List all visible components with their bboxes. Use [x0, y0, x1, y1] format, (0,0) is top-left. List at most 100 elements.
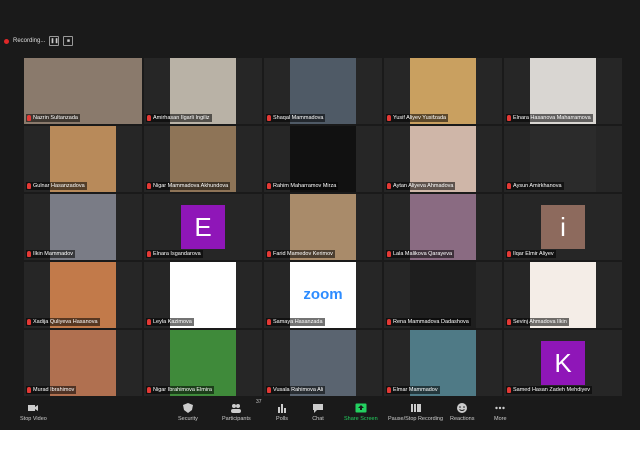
participant-name: Ilkin Mammadov: [33, 251, 74, 257]
participant-tile[interactable]: Lala Malikova Qarayeva: [384, 194, 502, 260]
participant-name-label: Samed Hasan Zadeh Mehdiyev: [506, 386, 593, 394]
participant-tile[interactable]: Nazrin Sultanzada: [24, 58, 142, 124]
participant-name-label: Sevinj Ahmadova Ilkin: [506, 318, 569, 326]
pause-stop-recording-button[interactable]: Pause/Stop Recording: [388, 402, 443, 428]
participant-name-label: Amirhasan Ilgarli Ingiliz: [146, 114, 212, 122]
muted-mic-icon: [27, 319, 31, 325]
muted-mic-icon: [387, 319, 391, 325]
participant-tile[interactable]: Sevinj Ahmadova Ilkin: [504, 262, 622, 328]
muted-mic-icon: [27, 115, 31, 121]
participant-name-label: Rena Mammadova Dadashova: [386, 318, 471, 326]
participant-name: Aysun Amirkhanova: [513, 183, 562, 189]
participant-name: Xadija Quliyeva Hasanova: [33, 319, 98, 325]
participant-name: Rahim Maharramov Mirza: [273, 183, 337, 189]
participant-tile[interactable]: Ilkin Mammadov: [24, 194, 142, 260]
participants-button[interactable]: Participants: [222, 402, 251, 428]
muted-mic-icon: [267, 319, 271, 325]
muted-mic-icon: [387, 115, 391, 121]
participant-tile[interactable]: E Elnara Isgandarova: [144, 194, 262, 260]
stop-video-button[interactable]: Stop Video: [20, 402, 47, 428]
chat-button[interactable]: Chat: [312, 402, 324, 428]
muted-mic-icon: [27, 251, 31, 257]
participant-tile[interactable]: Nigar Ibrahimova Elmira: [144, 330, 262, 396]
avatar-letter: E: [181, 205, 225, 249]
participant-name: Nazrin Sultanzada: [33, 115, 78, 121]
participant-tile[interactable]: Nigar Mammadova Akhundova: [144, 126, 262, 192]
stop-recording-icon[interactable]: ■: [63, 36, 74, 46]
more-button[interactable]: More: [494, 402, 507, 428]
participant-tile[interactable]: Murad Ibrahimov: [24, 330, 142, 396]
bar-chart-icon: [278, 404, 286, 413]
participant-name-label: Gulnar Hasanzadova: [26, 182, 87, 190]
muted-mic-icon: [147, 387, 151, 393]
chat-bubble-icon: [313, 404, 323, 413]
participant-name-label: Vusala Rahimova Ali: [266, 386, 326, 394]
participant-name: Shaqal Mammadova: [273, 115, 324, 121]
people-icon: [231, 404, 242, 413]
security-button[interactable]: Security: [178, 402, 198, 428]
participant-tile[interactable]: Yusif Aliyev Yusifzada: [384, 58, 502, 124]
participant-name: Sevinj Ahmadova Ilkin: [513, 319, 567, 325]
participant-name-label: Shaqal Mammadova: [266, 114, 326, 122]
polls-button[interactable]: Polls: [276, 402, 288, 428]
participant-name: Nigar Ibrahimova Elmira: [153, 387, 212, 393]
muted-mic-icon: [387, 251, 391, 257]
participant-name: Samaya Hasanzada: [273, 319, 323, 325]
muted-mic-icon: [507, 183, 511, 189]
participant-name: Yusif Aliyev Yusifzada: [393, 115, 447, 121]
participant-tile[interactable]: Rena Mammadova Dadashova: [384, 262, 502, 328]
participant-tile[interactable]: Leyla Kazimova: [144, 262, 262, 328]
muted-mic-icon: [507, 115, 511, 121]
participant-tile[interactable]: Aytan Aliyeva Ahmadova: [384, 126, 502, 192]
participant-tile[interactable]: Elnara Hasanova Maharramova: [504, 58, 622, 124]
participant-tile[interactable]: Rahim Maharramov Mirza: [264, 126, 382, 192]
participant-tile[interactable]: Gulnar Hasanzadova: [24, 126, 142, 192]
reactions-button[interactable]: Reactions: [450, 402, 474, 428]
video-camera-icon: [28, 405, 39, 411]
muted-mic-icon: [147, 183, 151, 189]
participant-name: Vusala Rahimova Ali: [273, 387, 324, 393]
top-bar: Recording... ❚❚ ■: [0, 30, 640, 50]
participant-tile[interactable]: Amirhasan Ilgarli Ingiliz: [144, 58, 262, 124]
muted-mic-icon: [507, 319, 511, 325]
participant-name-label: Elmar Mammadov: [386, 386, 440, 394]
participant-name: Nigar Mammadova Akhundova: [153, 183, 229, 189]
participant-tile[interactable]: Shaqal Mammadova: [264, 58, 382, 124]
recording-dot-icon: [4, 38, 9, 44]
participant-name-label: Xadija Quliyeva Hasanova: [26, 318, 100, 326]
participant-name-label: Samaya Hasanzada: [266, 318, 325, 326]
participant-tile[interactable]: Farid Mamedov Kerimov: [264, 194, 382, 260]
participant-name: Murad Ibrahimov: [33, 387, 75, 393]
participant-tile[interactable]: i Ilqar Elmir Aliyev: [504, 194, 622, 260]
participant-tile[interactable]: Xadija Quliyeva Hasanova: [24, 262, 142, 328]
participant-name-label: Lala Malikova Qarayeva: [386, 250, 455, 258]
muted-mic-icon: [147, 319, 151, 325]
participant-tile[interactable]: K Samed Hasan Zadeh Mehdiyev: [504, 330, 622, 396]
participant-name: Ilqar Elmir Aliyev: [513, 251, 554, 257]
participant-tile[interactable]: Vusala Rahimova Ali: [264, 330, 382, 396]
muted-mic-icon: [387, 387, 391, 393]
participant-name: Amirhasan Ilgarli Ingiliz: [153, 115, 210, 121]
bottom-strip: [0, 430, 640, 460]
participant-name-label: Farid Mamedov Kerimov: [266, 250, 335, 258]
smiley-icon: [457, 403, 468, 413]
muted-mic-icon: [147, 115, 151, 121]
meeting-toolbar: Stop Video Security Participants 37 Poll…: [0, 399, 640, 430]
muted-mic-icon: [147, 251, 151, 257]
recording-indicator[interactable]: Recording... ❚❚ ■: [4, 34, 74, 48]
participant-name: Samed Hasan Zadeh Mehdiyev: [513, 387, 591, 393]
avatar-letter: i: [541, 205, 585, 249]
pause-recording-icon[interactable]: ❚❚: [49, 36, 60, 46]
participant-tile[interactable]: Elmar Mammadov: [384, 330, 502, 396]
participant-name-label: Ilqar Elmir Aliyev: [506, 250, 556, 258]
muted-mic-icon: [27, 387, 31, 393]
participant-name-label: Nigar Mammadova Akhundova: [146, 182, 231, 190]
participant-name-label: Leyla Kazimova: [146, 318, 194, 326]
participant-name-label: Elnara Isgandarova: [146, 250, 203, 258]
participant-name: Farid Mamedov Kerimov: [273, 251, 333, 257]
participant-tile[interactable]: Aysun Amirkhanova: [504, 126, 622, 192]
participant-name-label: Elnara Hasanova Maharramova: [506, 114, 593, 122]
share-screen-button[interactable]: Share Screen: [344, 402, 378, 428]
participant-tile[interactable]: zoom Samaya Hasanzada: [264, 262, 382, 328]
participant-name-label: Murad Ibrahimov: [26, 386, 77, 394]
